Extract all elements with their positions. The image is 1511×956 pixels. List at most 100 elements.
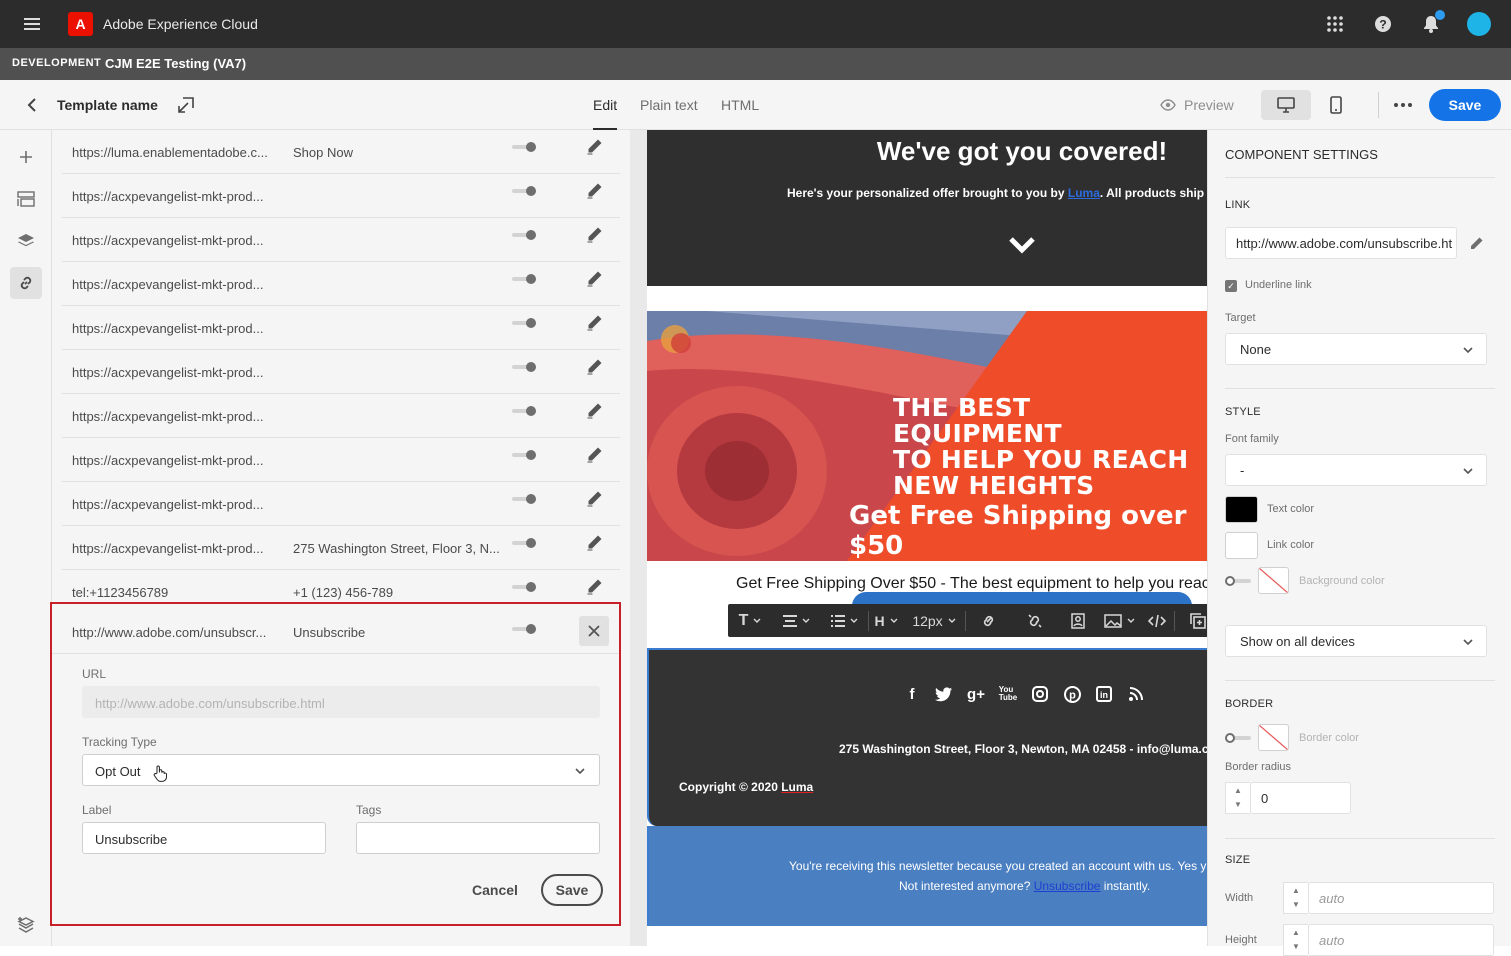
youtube-icon[interactable]: You Tube <box>998 684 1018 704</box>
mobile-view-button[interactable] <box>1311 90 1361 120</box>
link-row[interactable]: https://acxpevangelist-mkt-prod... <box>62 482 620 526</box>
tracking-type-select[interactable]: Opt Out <box>82 754 600 786</box>
tab-plain-text[interactable]: Plain text <box>640 97 698 113</box>
edit-pencil-icon[interactable] <box>586 490 604 508</box>
linkedin-icon[interactable]: in <box>1094 684 1114 704</box>
hero-section[interactable]: We've got you covered! Here's your perso… <box>647 130 1207 286</box>
tracking-toggle[interactable] <box>512 272 538 286</box>
tags-field[interactable] <box>356 822 600 854</box>
border-radius-input[interactable]: 0 <box>1250 782 1351 814</box>
edit-pencil-icon[interactable] <box>586 138 604 156</box>
personalization-icon[interactable] <box>1058 604 1098 637</box>
newsletter-footer[interactable]: You're receiving this newsletter because… <box>647 826 1207 926</box>
edit-pencil-icon[interactable] <box>586 402 604 420</box>
menu-icon[interactable] <box>22 14 42 34</box>
edit-pencil-icon[interactable] <box>586 446 604 464</box>
edit-pencil-icon[interactable] <box>586 270 604 288</box>
tracking-toggle[interactable] <box>512 360 538 374</box>
luma-link[interactable]: Luma <box>1068 186 1100 200</box>
border-color-toggle[interactable] <box>1225 731 1251 745</box>
width-stepper[interactable]: ▲ ▼ <box>1283 882 1308 914</box>
edit-pencil-icon[interactable] <box>586 578 604 596</box>
visibility-select[interactable]: Show on all devices <box>1225 625 1487 657</box>
instagram-icon[interactable] <box>1030 684 1050 704</box>
background-color-swatch[interactable] <box>1258 567 1289 594</box>
underline-checkbox[interactable]: ✓ <box>1225 280 1237 292</box>
tracking-toggle[interactable] <box>512 580 538 594</box>
background-color-toggle[interactable] <box>1225 574 1251 588</box>
tracking-toggle[interactable] <box>512 622 538 636</box>
close-icon[interactable] <box>579 616 609 646</box>
unsubscribe-link[interactable]: Unsubscribe <box>1034 879 1101 893</box>
text-style-dropdown[interactable]: T <box>728 604 772 637</box>
link-color-swatch[interactable] <box>1225 532 1258 559</box>
offer-text[interactable]: Here's your personalized offer brought t… <box>787 186 1207 200</box>
pinterest-icon[interactable]: p <box>1062 684 1082 704</box>
edit-pencil-icon[interactable] <box>586 314 604 332</box>
text-color-swatch[interactable] <box>1225 496 1258 523</box>
footer-section[interactable]: f g+ You Tube p in 275 Washington Street,… <box>647 648 1207 826</box>
more-options-icon[interactable] <box>1392 94 1414 116</box>
add-icon[interactable] <box>10 141 42 173</box>
google-plus-icon[interactable]: g+ <box>966 684 986 704</box>
unlink-icon[interactable] <box>1012 604 1058 637</box>
link-icon[interactable] <box>966 604 1012 637</box>
apps-grid-icon[interactable] <box>1323 12 1347 36</box>
link-row[interactable]: https://luma.enablementadobe.c... Shop No… <box>62 130 620 174</box>
link-row[interactable]: https://acxpevangelist-mkt-prod... <box>62 218 620 262</box>
page-title[interactable]: Template name <box>57 97 158 113</box>
settings-stack-icon[interactable] <box>10 909 42 941</box>
link-row[interactable]: https://acxpevangelist-mkt-prod... <box>62 438 620 482</box>
tracking-toggle[interactable] <box>512 492 538 506</box>
height-stepper[interactable]: ▲ ▼ <box>1283 924 1308 956</box>
adobe-logo-icon[interactable]: A <box>68 12 93 36</box>
link-row[interactable]: https://acxpevangelist-mkt-prod... <box>62 306 620 350</box>
tab-html[interactable]: HTML <box>721 97 759 113</box>
list-dropdown[interactable] <box>820 604 868 637</box>
edit-pencil-icon[interactable] <box>586 534 604 552</box>
hero-headline[interactable]: We've got you covered! <box>647 136 1207 167</box>
border-radius-stepper[interactable]: ▲ ▼ <box>1225 782 1250 814</box>
sandbox-name[interactable]: CJM E2E Testing (VA7) <box>105 56 246 71</box>
link-save-button[interactable]: Save <box>541 874 603 906</box>
template-properties-icon[interactable] <box>176 95 196 115</box>
link-url-input[interactable]: http://www.adobe.com/unsubscribe.ht <box>1225 227 1457 259</box>
edit-pencil-icon[interactable] <box>1467 234 1485 252</box>
facebook-icon[interactable]: f <box>902 684 922 704</box>
tracking-toggle[interactable] <box>512 228 538 242</box>
tracking-toggle[interactable] <box>512 184 538 198</box>
height-input[interactable]: auto <box>1308 924 1494 956</box>
rss-icon[interactable] <box>1126 684 1146 704</box>
edit-pencil-icon[interactable] <box>586 226 604 244</box>
tab-edit[interactable]: Edit <box>593 97 618 130</box>
align-dropdown[interactable] <box>772 604 820 637</box>
edit-pencil-icon[interactable] <box>586 182 604 200</box>
label-field[interactable]: Unsubscribe <box>82 822 326 854</box>
font-family-select[interactable]: - <box>1225 454 1487 486</box>
link-row[interactable]: https://acxpevangelist-mkt-prod... <box>62 262 620 306</box>
copyright-text[interactable]: Copyright © 2020 Luma <box>679 780 813 794</box>
footer-address[interactable]: 275 Washington Street, Floor 3, Newton, … <box>839 742 1207 756</box>
image-dropdown[interactable] <box>1098 604 1140 637</box>
border-color-swatch[interactable] <box>1258 724 1289 751</box>
preview-button[interactable]: Preview <box>1160 97 1234 113</box>
tracking-toggle[interactable] <box>512 140 538 154</box>
assets-icon[interactable] <box>10 183 42 215</box>
back-arrow-icon[interactable] <box>22 95 42 115</box>
tracking-toggle[interactable] <box>512 404 538 418</box>
heading-dropdown[interactable]: H <box>869 604 903 637</box>
promo-banner-image[interactable]: THE BEST EQUIPMENT TO HELP YOU REACH NEW… <box>647 311 1207 561</box>
tracking-toggle[interactable] <box>512 316 538 330</box>
links-icon[interactable] <box>10 267 42 299</box>
shipping-text[interactable]: Get Free Shipping Over $50 - The best eq… <box>736 575 1207 593</box>
target-select[interactable]: None <box>1225 333 1487 365</box>
twitter-icon[interactable] <box>934 684 954 704</box>
link-row[interactable]: https://acxpevangelist-mkt-prod... <box>62 174 620 218</box>
desktop-view-button[interactable] <box>1261 90 1311 120</box>
app-title[interactable]: Adobe Experience Cloud <box>103 16 258 32</box>
bell-icon[interactable] <box>1419 10 1445 36</box>
tracking-toggle[interactable] <box>512 536 538 550</box>
link-row[interactable]: https://acxpevangelist-mkt-prod... <box>62 350 620 394</box>
help-icon[interactable]: ? <box>1371 12 1395 36</box>
avatar[interactable] <box>1467 12 1491 36</box>
